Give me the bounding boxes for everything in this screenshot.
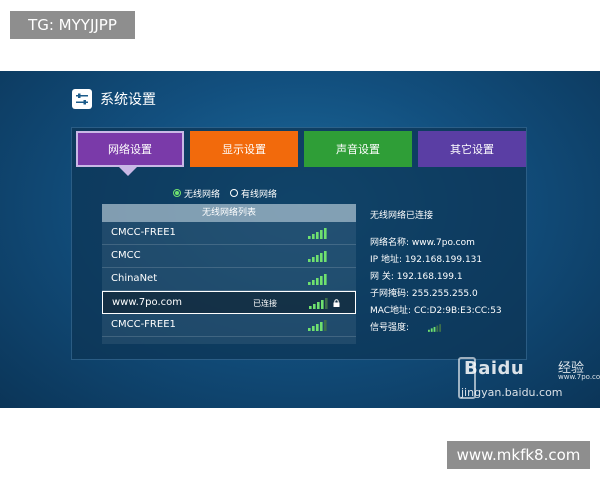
signal-bar bbox=[324, 251, 327, 262]
signal-bar bbox=[316, 278, 319, 285]
signal-bar bbox=[308, 328, 311, 331]
tab-other-settings[interactable]: 其它设置 bbox=[418, 131, 526, 167]
signal-bar bbox=[320, 322, 323, 331]
info-network-name: 网络名称: www.7po.com bbox=[370, 238, 475, 248]
wifi-ssid: ChinaNet bbox=[111, 273, 158, 284]
signal-bar bbox=[320, 230, 323, 239]
settings-panel: 网络设置 显示设置 声音设置 其它设置 无线网络 有线网络 无线网络列表 CMC… bbox=[71, 127, 527, 360]
wifi-row[interactable]: CMCC bbox=[102, 245, 356, 268]
signal-strength-icon bbox=[309, 298, 328, 309]
connection-info: 无线网络已连接 网络名称: www.7po.com IP 地址: 192.168… bbox=[370, 208, 502, 337]
wifi-ssid: CMCC bbox=[111, 250, 141, 261]
signal-bar bbox=[309, 306, 312, 309]
watermark-site: www.7po.com bbox=[558, 373, 600, 381]
bottom-watermark-tag: www.mkfk8.com bbox=[447, 441, 590, 469]
wifi-row[interactable]: CMCC-FREE1 bbox=[102, 222, 356, 245]
signal-bar bbox=[312, 257, 315, 262]
window-title-bar: 系统设置 bbox=[72, 88, 156, 110]
signal-bar bbox=[320, 276, 323, 285]
signal-strength-icon bbox=[308, 251, 327, 262]
page-title: 系统设置 bbox=[100, 92, 156, 108]
signal-bar bbox=[317, 302, 320, 309]
tab-display-settings[interactable]: 显示设置 bbox=[190, 131, 298, 167]
signal-bar bbox=[436, 325, 439, 332]
info-ip-address: IP 地址: 192.168.199.131 bbox=[370, 255, 483, 265]
signal-bar bbox=[308, 259, 311, 262]
connection-type-selector: 无线网络 有线网络 bbox=[173, 186, 287, 200]
tab-sound-settings[interactable]: 声音设置 bbox=[304, 131, 412, 167]
watermark-domain: jingyan.baidu.com bbox=[461, 386, 563, 399]
signal-bar bbox=[325, 298, 328, 309]
signal-bar bbox=[320, 253, 323, 262]
radio-wireless[interactable] bbox=[173, 189, 181, 197]
connected-status: 已连接 bbox=[253, 299, 277, 308]
signal-bar bbox=[312, 234, 315, 239]
signal-bar bbox=[312, 280, 315, 285]
signal-strength-icon bbox=[308, 274, 327, 285]
wifi-row[interactable]: ChinaNet bbox=[102, 268, 356, 291]
signal-bar bbox=[433, 326, 436, 332]
signal-bar bbox=[427, 329, 430, 332]
baidu-jingyan-watermark: Baidu 经验 www.7po.com jingyan.baidu.com bbox=[458, 351, 600, 408]
signal-bar bbox=[324, 274, 327, 285]
signal-bar bbox=[439, 323, 441, 332]
radio-wired-label[interactable]: 有线网络 bbox=[241, 187, 277, 200]
active-tab-pointer bbox=[119, 167, 137, 176]
top-watermark-tag: TG: MYYJJPP bbox=[10, 11, 135, 39]
tv-settings-screen: 系统设置 网络设置 显示设置 声音设置 其它设置 无线网络 有线网络 无线网络列… bbox=[0, 71, 600, 408]
connection-info-title: 无线网络已连接 bbox=[370, 211, 434, 221]
wifi-list-header: 无线网络列表 bbox=[102, 204, 356, 222]
tab-network-settings[interactable]: 网络设置 bbox=[76, 131, 184, 167]
wifi-row-selected[interactable]: www.7po.com 已连接 bbox=[102, 291, 356, 314]
info-subnet-mask: 子网掩码: 255.255.255.0 bbox=[370, 289, 478, 299]
signal-bar bbox=[316, 255, 319, 262]
signal-bar bbox=[308, 282, 311, 285]
signal-strength-label: 信号强度: bbox=[370, 323, 410, 333]
wifi-ssid: CMCC-FREE1 bbox=[111, 319, 176, 330]
radio-wired[interactable] bbox=[230, 189, 239, 197]
signal-strength-icon bbox=[308, 228, 327, 239]
signal-bar bbox=[316, 324, 319, 331]
signal-bar bbox=[324, 320, 327, 331]
signal-bar bbox=[316, 232, 319, 239]
info-signal-strength: 信号强度: bbox=[370, 320, 502, 337]
signal-bar bbox=[321, 300, 324, 309]
signal-bar bbox=[308, 236, 311, 239]
radio-wireless-label[interactable]: 无线网络 bbox=[184, 187, 220, 200]
signal-bar bbox=[313, 304, 316, 309]
signal-bar bbox=[312, 326, 315, 331]
watermark-brand: Baidu bbox=[464, 358, 525, 379]
sliders-icon bbox=[72, 89, 92, 109]
info-gateway: 网 关: 192.168.199.1 bbox=[370, 272, 463, 282]
lock-icon bbox=[333, 299, 340, 307]
wifi-network-list: 无线网络列表 CMCC-FREE1 CMCC ChinaNet www.7po.… bbox=[102, 204, 356, 344]
wifi-row[interactable]: CMCC-FREE1 bbox=[102, 314, 356, 337]
signal-bar bbox=[430, 327, 433, 332]
signal-strength-icon bbox=[427, 323, 441, 332]
info-mac-address: MAC地址: CC:D2:9B:E3:CC:53 bbox=[370, 306, 502, 316]
signal-strength-icon bbox=[308, 320, 327, 331]
wifi-ssid: www.7po.com bbox=[112, 297, 182, 308]
signal-bar bbox=[324, 228, 327, 239]
wifi-ssid: CMCC-FREE1 bbox=[111, 227, 176, 238]
